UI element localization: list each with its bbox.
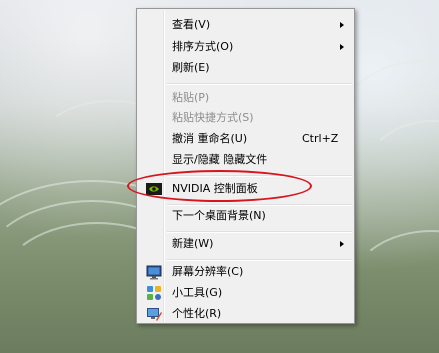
- menu-item-label: 刷新(E): [172, 61, 210, 74]
- menu-item-show-hide-hidden-files[interactable]: 显示/隐藏 隐藏文件: [139, 150, 352, 170]
- menu-item-label: 排序方式(O): [172, 40, 234, 53]
- wallpaper-terrace: [350, 230, 439, 344]
- menu-separator: [167, 175, 352, 176]
- menu-item-label: 小工具(G): [172, 286, 223, 299]
- submenu-arrow-icon: [340, 241, 344, 247]
- menu-item-refresh[interactable]: 刷新(E): [139, 58, 352, 78]
- monitor-icon: [146, 264, 162, 280]
- menu-item-nvidia-control-panel[interactable]: NVIDIA 控制面板: [139, 179, 352, 199]
- menu-item-label: 显示/隐藏 隐藏文件: [172, 153, 268, 166]
- nvidia-icon: [146, 181, 162, 197]
- menu-item-label: 个性化(R): [172, 307, 222, 320]
- menu-item-new[interactable]: 新建(W): [139, 234, 352, 254]
- gadgets-icon: [146, 285, 162, 301]
- menu-item-next-desktop-background[interactable]: 下一个桌面背景(N): [139, 206, 352, 226]
- desktop-context-menu: 查看(V) 排序方式(O) 刷新(E) 粘贴(P) 粘贴快捷方式(S) 撤消 重…: [136, 8, 355, 324]
- menu-separator: [167, 231, 352, 232]
- menu-item-label: 撤消 重命名(U): [172, 132, 248, 145]
- menu-item-label: 屏幕分辨率(C): [172, 265, 244, 278]
- menu-item-undo-rename[interactable]: 撤消 重命名(U) Ctrl+Z: [139, 129, 352, 149]
- personalize-icon: [146, 306, 162, 322]
- menu-separator: [167, 204, 352, 205]
- menu-item-label: 粘贴(P): [172, 91, 210, 104]
- menu-item-paste-shortcut[interactable]: 粘贴快捷方式(S): [139, 108, 352, 128]
- menu-item-personalize[interactable]: 个性化(R): [139, 304, 352, 324]
- menu-separator: [167, 83, 352, 84]
- menu-item-label: NVIDIA 控制面板: [172, 182, 258, 195]
- menu-item-label: 新建(W): [172, 237, 214, 250]
- menu-item-paste[interactable]: 粘贴(P): [139, 88, 352, 108]
- menu-item-label: 查看(V): [172, 18, 211, 31]
- menu-item-label: 粘贴快捷方式(S): [172, 111, 254, 124]
- shortcut-key-label: Ctrl+Z: [302, 132, 339, 145]
- submenu-arrow-icon: [340, 22, 344, 28]
- submenu-arrow-icon: [340, 44, 344, 50]
- menu-item-sort-by[interactable]: 排序方式(O): [139, 37, 352, 57]
- menu-item-label: 下一个桌面背景(N): [172, 209, 266, 222]
- menu-separator: [167, 259, 352, 260]
- menu-item-gadgets[interactable]: 小工具(G): [139, 283, 352, 303]
- menu-item-view[interactable]: 查看(V): [139, 15, 352, 35]
- menu-item-screen-resolution[interactable]: 屏幕分辨率(C): [139, 262, 352, 282]
